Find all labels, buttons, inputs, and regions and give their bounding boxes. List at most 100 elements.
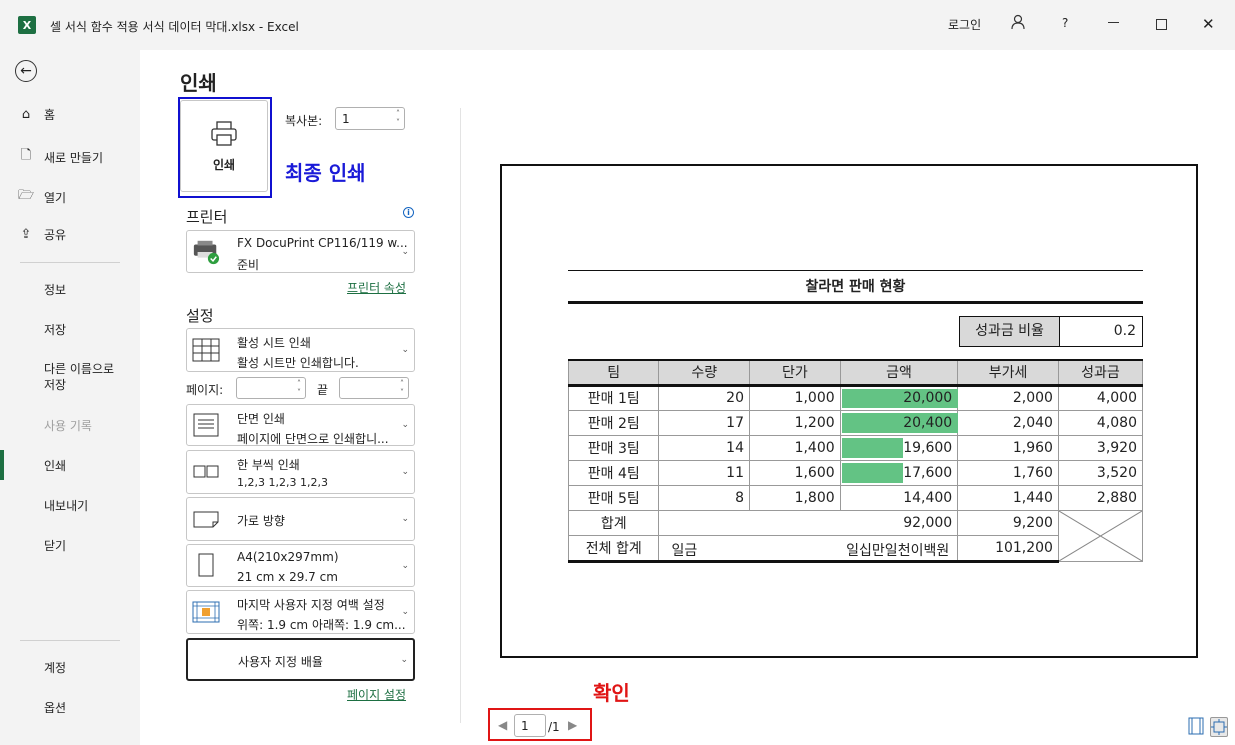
paper-icon [192,553,220,579]
copies-spinner-icon[interactable]: ˄ ˅ [396,109,400,127]
header-price: 단가 [748,359,841,387]
paper-size-dropdown[interactable]: A4(210x297mm) 21 cm x 29.7 cm ⌄ [186,544,415,587]
sidebar-item-close[interactable]: 닫기 [44,538,66,554]
printer-properties-link[interactable]: 프린터 속성 [347,279,406,296]
backstage-sidebar: ← ⌂ 홈 🗋 새로 만들기 🗁 열기 ⇪ 공유 정보 저장 다른 이름으로 저장 사용… [0,50,140,745]
margins-title: 마지막 사용자 지정 여백 설정 [237,598,385,612]
cell-bonus: 4,080 [1057,409,1144,436]
margins-dropdown[interactable]: 마지막 사용자 지정 여백 설정 위쪽: 1.9 cm 아래쪽: 1.9 cm.… [186,590,415,634]
cell-team: 판매 2팀 [567,409,660,436]
next-page-icon[interactable]: ▶ [568,718,577,732]
grand-total-label: 전체 합계 [567,535,660,563]
folder-icon: 🗁 [18,188,35,203]
copies-input[interactable]: 1 ˄ ˅ [335,107,405,130]
login-button[interactable]: 로그인 [948,16,981,33]
print-what-dropdown[interactable]: 활성 시트 인쇄 활성 시트만 인쇄합니다. ⌄ [186,328,415,372]
sidebar-item-home[interactable]: ⌂ 홈 [18,106,55,123]
info-icon[interactable]: i [403,207,414,218]
cell-amount: 17,600 [839,459,959,486]
cell-price: 1,400 [748,434,841,461]
printer-device-icon [192,239,220,265]
sidebar-item-open[interactable]: 🗁 열기 [18,186,66,208]
zoom-to-page-icon[interactable] [1210,717,1228,737]
cell-price: 1,600 [748,459,841,486]
scaling-dropdown[interactable]: 사용자 지정 배율 ⌄ [186,638,415,681]
cell-vat: 1,960 [957,434,1059,461]
sides-dropdown[interactable]: 단면 인쇄 페이지에 단면으로 인쇄합니... ⌄ [186,404,415,446]
cell-price: 1,000 [748,384,841,411]
pages-to-spinner-icon[interactable]: ˄ ˅ [400,379,404,397]
cell-team: 판매 5팀 [567,484,660,511]
sales-table: 팀 수량 단가 금액 부가세 성과금 판매 1팀 20 1,000 20,000… [567,359,1144,563]
chevron-down-icon: ⌄ [401,420,409,430]
new-file-icon: 🗋 [20,148,32,163]
chevron-down-icon: ⌄ [401,607,409,617]
final-print-highlight [178,97,272,198]
sidebar-item-save[interactable]: 저장 [44,322,66,338]
total-vat: 9,200 [957,509,1059,536]
print-panel: 인쇄 인쇄 최종 인쇄 복사본: 1 ˄ ˅ 프린터 i FX DocuPrint… [140,50,1235,745]
table-row: 판매 3팀 14 1,400 19,600 1,960 3,920 [567,434,1144,461]
page-setup-link[interactable]: 페이지 설정 [347,686,406,703]
scaling-value: 사용자 지정 배율 [238,655,323,669]
total-pages: /1 [548,720,560,734]
cell-team: 판매 4팀 [567,459,660,486]
cell-bonus: 3,520 [1057,459,1144,486]
feedback-icon[interactable] [1010,13,1028,34]
margins-icon [192,599,220,625]
sidebar-item-export[interactable]: 내보내기 [44,498,88,514]
header-bonus: 성과금 [1057,359,1144,387]
sidebar-item-save-as[interactable]: 다른 이름으로 저장 [44,361,128,393]
grand-total-words: 일금 일십만일천이백원 [658,535,959,563]
printer-dropdown[interactable]: FX DocuPrint CP116/119 w... 준비 ⌄ [186,230,415,273]
sidebar-item-new[interactable]: 🗋 새로 만들기 [18,146,103,168]
current-page-input[interactable]: 1 [514,714,546,737]
cell-qty: 11 [658,459,750,486]
previous-page-icon[interactable]: ◀ [498,718,507,732]
maximize-icon[interactable] [1156,19,1167,30]
chevron-down-icon: ⌄ [401,246,409,257]
cell-amount: 14,400 [839,484,959,511]
show-margins-icon[interactable] [1188,717,1206,737]
page-title: 인쇄 [180,71,217,95]
pages-from-spinner-icon[interactable]: ˄ ˅ [297,379,301,397]
pages-to-input[interactable]: ˄ ˅ [339,377,409,399]
cell-price: 1,800 [748,484,841,511]
sidebar-item-account[interactable]: 계정 [44,660,66,676]
final-print-annotation: 최종 인쇄 [285,161,366,185]
table-row: 판매 2팀 17 1,200 20,400 2,040 4,080 [567,409,1144,436]
data-bar [841,437,904,458]
sidebar-item-print[interactable]: 인쇄 [44,458,66,474]
cell-vat: 2,040 [957,409,1059,436]
cell-qty: 14 [658,434,750,461]
collate-dropdown[interactable]: 한 부씩 인쇄 1,2,3 1,2,3 1,2,3 ⌄ [186,450,415,494]
header-amount: 금액 [839,359,959,387]
chevron-down-icon: ⌄ [401,514,409,524]
back-arrow-icon[interactable]: ← [15,60,37,82]
pages-from-input[interactable]: ˄ ˅ [236,377,306,399]
table-row: 판매 4팀 11 1,600 17,600 1,760 3,520 [567,459,1144,486]
help-icon[interactable]: ? [1062,16,1068,30]
grand-prefix: 일금 [671,543,698,559]
landscape-icon [192,506,220,532]
cell-amount: 19,600 [839,434,959,461]
bonus-rate-box: 성과금 비율 0.2 [959,316,1143,347]
sidebar-item-info[interactable]: 정보 [44,282,66,298]
sidebar-item-share[interactable]: ⇪ 공유 [18,226,67,243]
chevron-down-icon: ⌄ [400,654,408,665]
share-icon: ⇪ [20,227,32,242]
chevron-down-icon: ⌄ [401,560,409,571]
copies-label: 복사본: [285,114,323,128]
total-label: 합계 [567,509,660,536]
sidebar-item-options[interactable]: 옵션 [44,700,66,716]
minimize-icon[interactable] [1108,22,1119,23]
cell-bonus: 3,920 [1057,434,1144,461]
printer-section-title: 프린터 [186,208,228,226]
table-row: 판매 1팀 20 1,000 20,000 2,000 4,000 [567,384,1144,411]
orientation-dropdown[interactable]: 가로 방향 ⌄ [186,497,415,541]
chevron-down-icon: ⌄ [401,467,409,477]
cell-qty: 17 [658,409,750,436]
close-window-icon[interactable]: ✕ [1202,15,1215,33]
grand-total-row: 전체 합계 일금 일십만일천이백원 101,200 [567,535,1143,563]
crossed-cell [1057,509,1144,562]
